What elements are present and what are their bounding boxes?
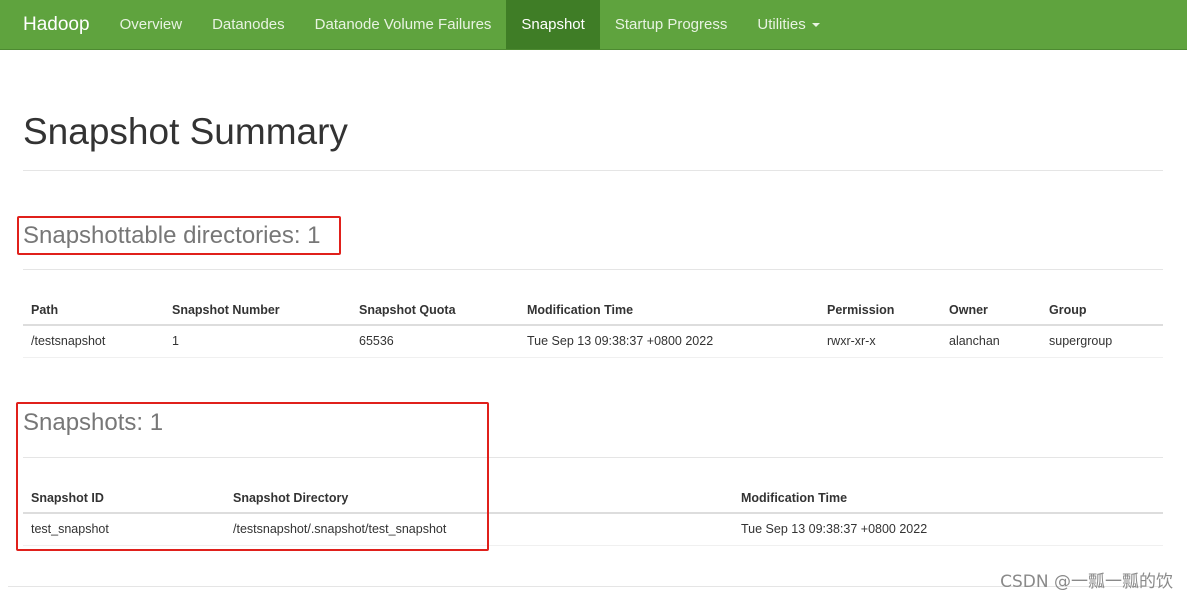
cell-group: supergroup [1041, 325, 1163, 358]
cell-modification-time: Tue Sep 13 09:38:37 +0800 2022 [733, 513, 1163, 546]
watermark: CSDN @一瓢一瓢的饮 [1000, 572, 1173, 592]
snapshottable-divider [23, 269, 1163, 270]
cell-permission: rwxr-xr-x [819, 325, 941, 358]
main-content: Snapshot Summary Snapshottable directori… [23, 50, 1163, 546]
table-row: /testsnapshot 1 65536 Tue Sep 13 09:38:3… [23, 325, 1163, 358]
col-path[interactable]: Path [23, 295, 164, 326]
brand-logo[interactable]: Hadoop [0, 0, 105, 49]
highlight-box-snapshottable [17, 216, 341, 255]
top-navbar: Hadoop Overview Datanodes Datanode Volum… [0, 0, 1187, 50]
page-title: Snapshot Summary [23, 111, 348, 152]
footer-divider [8, 586, 1163, 587]
col-snapshot-number[interactable]: Snapshot Number [164, 295, 351, 326]
nav-startup-progress[interactable]: Startup Progress [600, 0, 743, 49]
cell-path: /testsnapshot [23, 325, 164, 358]
nav-datanodes[interactable]: Datanodes [197, 0, 300, 49]
nav-snapshot[interactable]: Snapshot [506, 0, 600, 49]
nav-overview[interactable]: Overview [105, 0, 198, 49]
col-modification-time[interactable]: Modification Time [519, 295, 819, 326]
snapshottable-table: Path Snapshot Number Snapshot Quota Modi… [23, 295, 1163, 358]
nav-datanode-volume-failures[interactable]: Datanode Volume Failures [300, 0, 507, 49]
cell-snapshot-number: 1 [164, 325, 351, 358]
cell-owner: alanchan [941, 325, 1041, 358]
nav-utilities-dropdown[interactable]: Utilities [742, 0, 834, 49]
col-group[interactable]: Group [1041, 295, 1163, 326]
cell-snapshot-quota: 65536 [351, 325, 519, 358]
col-owner[interactable]: Owner [941, 295, 1041, 326]
caret-down-icon [811, 22, 820, 27]
table-header-row: Path Snapshot Number Snapshot Quota Modi… [23, 295, 1163, 326]
col-snapshot-quota[interactable]: Snapshot Quota [351, 295, 519, 326]
cell-modification-time: Tue Sep 13 09:38:37 +0800 2022 [519, 325, 819, 358]
title-divider [23, 170, 1163, 171]
nav-utilities-label: Utilities [757, 16, 806, 33]
col-permission[interactable]: Permission [819, 295, 941, 326]
highlight-box-snapshots [16, 402, 489, 551]
col-modification-time[interactable]: Modification Time [733, 483, 1163, 514]
